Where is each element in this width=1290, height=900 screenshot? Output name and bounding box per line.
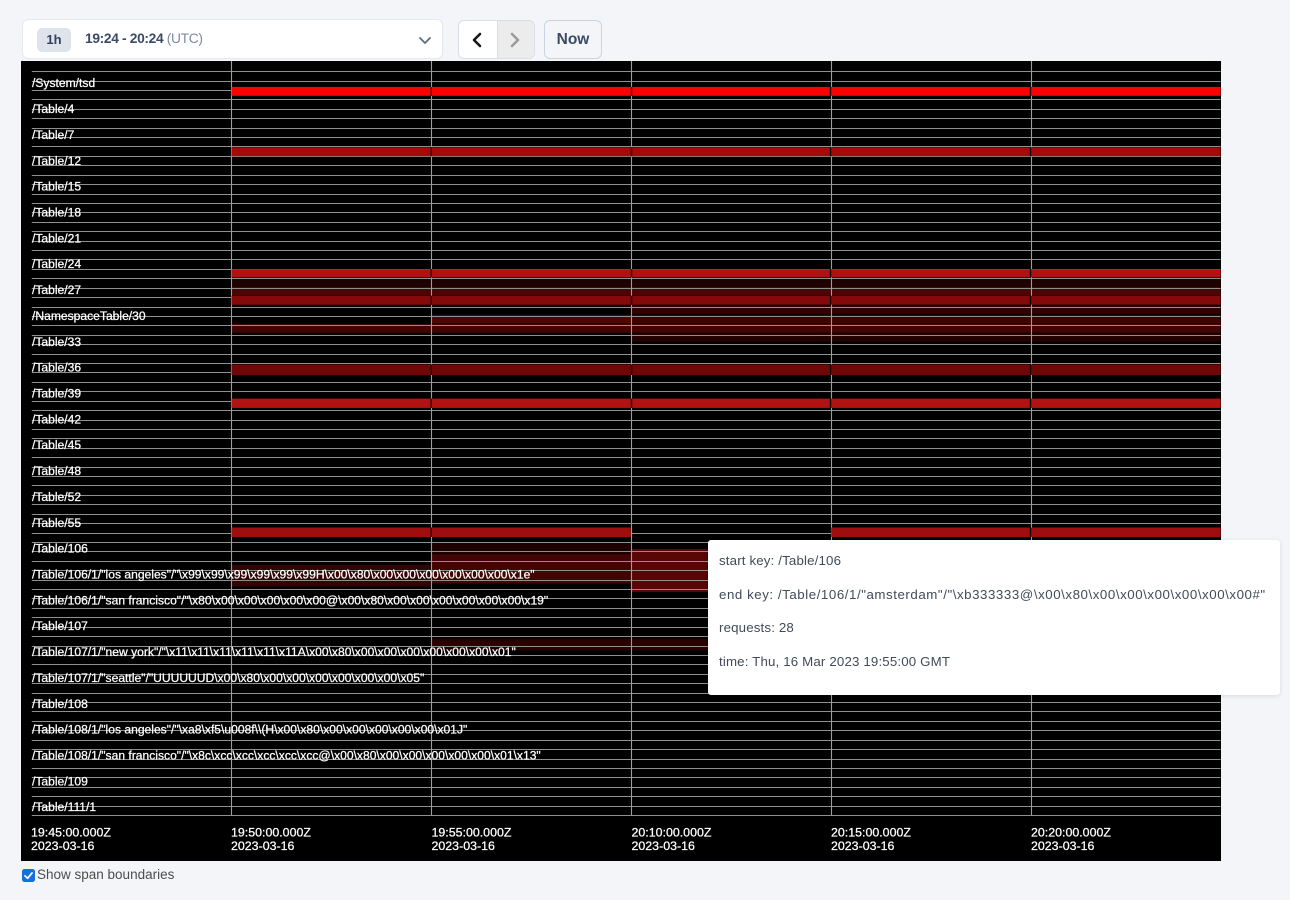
svg-text:/Table/108/1/"los angeles"/"\x: /Table/108/1/"los angeles"/"\xa8\xf5\u00… (32, 723, 467, 737)
svg-text:/Table/42: /Table/42 (32, 412, 81, 426)
svg-text:/Table/21: /Table/21 (32, 231, 81, 245)
svg-text:/Table/7: /Table/7 (32, 128, 75, 142)
svg-text:20:20:00.000Z: 20:20:00.000Z (1031, 826, 1111, 840)
svg-text:/Table/107: /Table/107 (32, 619, 88, 633)
svg-text:19:55:00.000Z: 19:55:00.000Z (432, 826, 512, 840)
svg-text:/Table/15: /Table/15 (32, 180, 81, 194)
svg-text:/Table/108: /Table/108 (32, 697, 88, 711)
svg-text:/Table/108/1/"san francisco"/": /Table/108/1/"san francisco"/"\x8c\xcc\x… (32, 749, 541, 763)
svg-text:20:10:00.000Z: 20:10:00.000Z (632, 826, 712, 840)
svg-text:/Table/45: /Table/45 (32, 438, 81, 452)
svg-text:/System/tsd: /System/tsd (32, 76, 95, 90)
svg-text:/Table/4: /Table/4 (32, 102, 75, 116)
svg-text:19:50:00.000Z: 19:50:00.000Z (231, 826, 311, 840)
svg-text:/Table/48: /Table/48 (32, 464, 81, 478)
svg-text:/Table/106/1/"san francisco"/": /Table/106/1/"san francisco"/"\x80\x00\x… (32, 593, 548, 607)
svg-text:2023-03-16: 2023-03-16 (432, 839, 495, 853)
svg-text:19:45:00.000Z: 19:45:00.000Z (31, 826, 111, 840)
svg-text:/Table/52: /Table/52 (32, 490, 81, 504)
svg-text:2023-03-16: 2023-03-16 (31, 839, 94, 853)
svg-text:2023-03-16: 2023-03-16 (231, 839, 294, 853)
svg-text:/Table/12: /Table/12 (32, 154, 81, 168)
svg-text:/Table/18: /Table/18 (32, 206, 81, 220)
svg-text:2023-03-16: 2023-03-16 (831, 839, 894, 853)
svg-text:/Table/36: /Table/36 (32, 361, 81, 375)
svg-text:/Table/24: /Table/24 (32, 257, 81, 271)
svg-text:2023-03-16: 2023-03-16 (1031, 839, 1094, 853)
svg-text:/Table/55: /Table/55 (32, 516, 81, 530)
svg-text:/Table/107/1/"new york"/"\x11\: /Table/107/1/"new york"/"\x11\x11\x11\x1… (32, 645, 516, 659)
svg-text:/Table/27: /Table/27 (32, 283, 81, 297)
svg-text:/Table/109: /Table/109 (32, 774, 88, 788)
svg-text:/Table/39: /Table/39 (32, 387, 81, 401)
svg-text:/Table/106/1/"los angeles"/"\x: /Table/106/1/"los angeles"/"\x99\x99\x99… (32, 568, 535, 582)
svg-text:/Table/106: /Table/106 (32, 542, 88, 556)
svg-text:/NamespaceTable/30: /NamespaceTable/30 (32, 309, 146, 323)
svg-text:/Table/33: /Table/33 (32, 335, 81, 349)
svg-text:2023-03-16: 2023-03-16 (632, 839, 695, 853)
svg-text:/Table/111/1: /Table/111/1 (32, 800, 96, 814)
svg-text:/Table/107/1/"seattle"/"UUUUUU: /Table/107/1/"seattle"/"UUUUUUD\x00\x80\… (32, 671, 424, 685)
svg-text:20:15:00.000Z: 20:15:00.000Z (831, 826, 911, 840)
